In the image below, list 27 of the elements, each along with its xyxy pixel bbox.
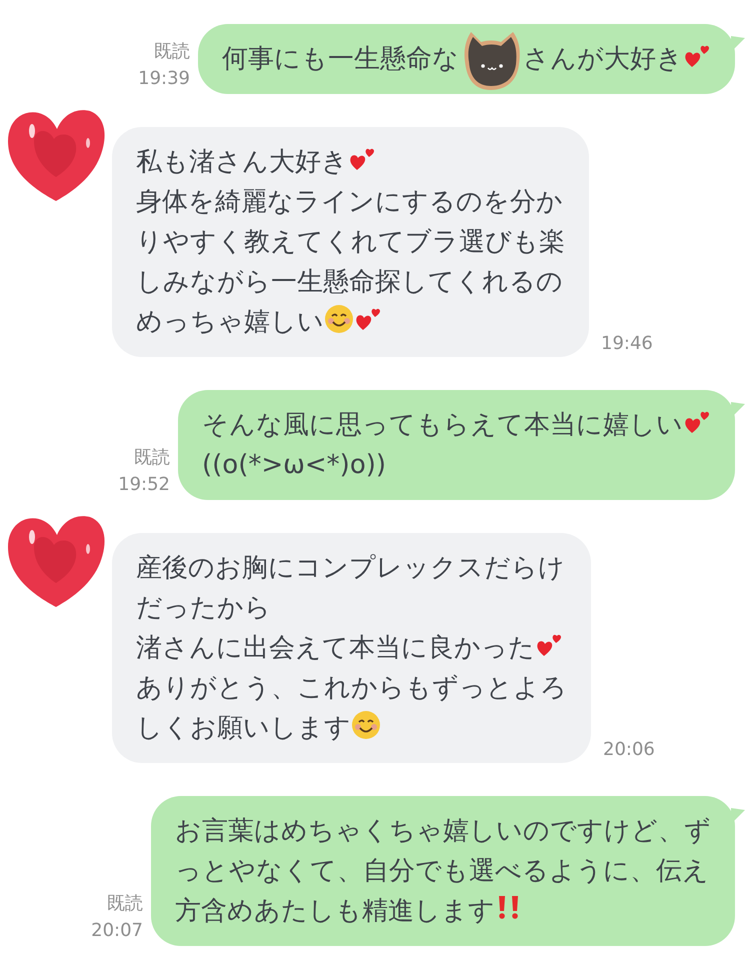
read-receipt: 既読 <box>107 892 143 916</box>
read-receipt: 既読 <box>134 446 170 470</box>
message-text: めっちゃ嬉しい <box>136 307 324 337</box>
message-time: 19:52 <box>118 473 170 497</box>
message-text: 方含めあたしも精進します <box>175 896 495 926</box>
read-receipt: 既読 <box>154 40 190 64</box>
message-text: しみながら一生懸命探してくれるの <box>136 267 563 297</box>
message-time: 20:07 <box>91 919 143 943</box>
message-time: 19:46 <box>601 332 653 356</box>
message-text: だったから <box>136 593 271 623</box>
message-time: 20:06 <box>603 738 655 762</box>
message-text: さんが大好き <box>523 44 683 74</box>
smiling-face-icon <box>351 710 381 740</box>
message-text: そんな風に思ってもらえて本当に嬉しい <box>202 410 683 440</box>
message-text: 身体を綺麗なラインにするのを分か <box>136 187 563 217</box>
message-text: っとやなくて、自分でも選べるように、伝え <box>175 856 709 886</box>
message-text: りやすく教えてくれてブラ選びも楽 <box>136 227 565 257</box>
message-text: 何事にも一生懸命な <box>222 44 459 74</box>
message-text: 私も渚さん大好き <box>136 147 348 177</box>
message-text: しくお願いします <box>136 713 351 743</box>
message-text: ありがとう、これからもずっとよろ <box>136 673 567 703</box>
message-text: お言葉はめちゃくちゃ嬉しいのですけど、ず <box>175 816 711 846</box>
message-text: 産後のお胸にコンプレックスだらけ <box>136 553 565 583</box>
message-time: 19:39 <box>138 67 190 91</box>
message-text: 渚さんに出会えて本当に良かった <box>136 633 535 663</box>
message-text: ((o(*>ω<*)o)) <box>202 450 386 480</box>
smiling-face-icon <box>324 304 354 334</box>
